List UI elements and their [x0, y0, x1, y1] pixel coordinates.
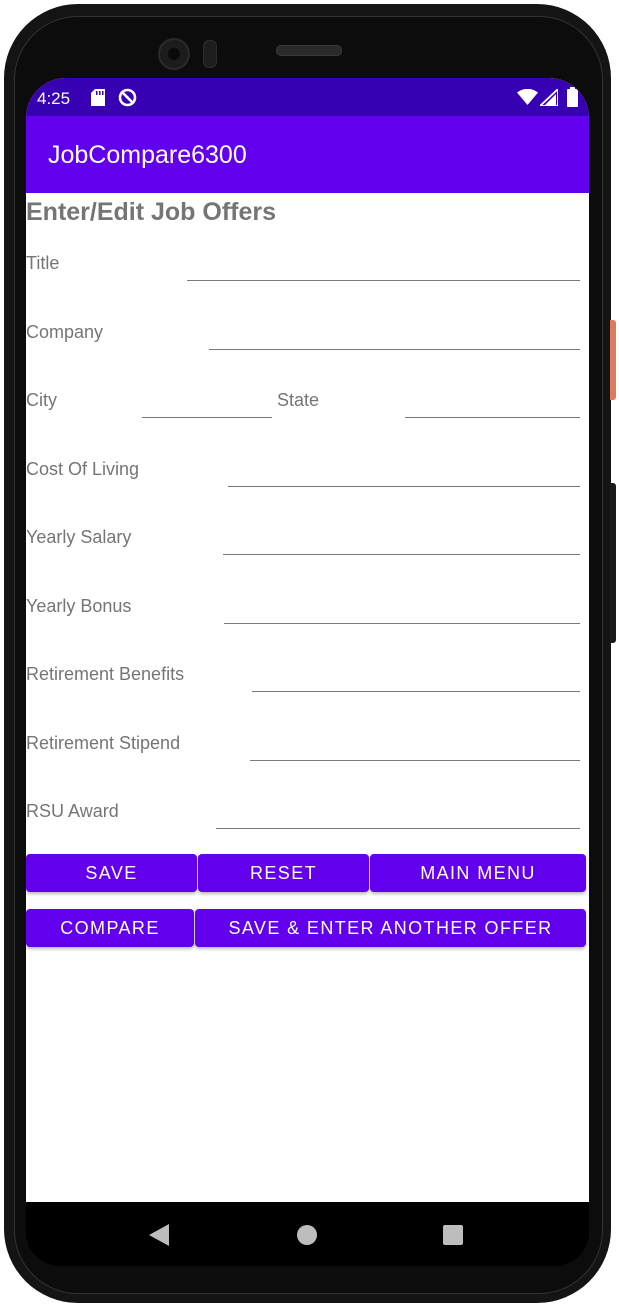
app-bar: JobCompare6300	[26, 116, 589, 193]
yearly-salary-label: Yearly Salary	[26, 527, 132, 547]
app-title: JobCompare6300	[48, 141, 247, 169]
yearly-bonus-label: Yearly Bonus	[26, 596, 132, 616]
screen: 4:25 JobCompare6300 Enter/Edit Job Offer…	[26, 78, 589, 1202]
save-button[interactable]: SAVE	[26, 854, 197, 892]
save-and-enter-another-offer-button[interactable]: SAVE & ENTER ANOTHER OFFER	[195, 909, 586, 947]
retirement-benefits-label: Retirement Benefits	[26, 664, 185, 684]
title-input[interactable]	[187, 256, 580, 281]
compare-button[interactable]: COMPARE	[26, 909, 194, 947]
status-bar: 4:25	[26, 78, 589, 116]
power-button	[610, 320, 616, 400]
yearly-bonus-input[interactable]	[224, 599, 580, 624]
state-label: State	[277, 390, 320, 410]
back-icon[interactable]	[149, 1224, 169, 1246]
city-input[interactable]	[142, 393, 272, 418]
company-input[interactable]	[209, 325, 580, 350]
recents-icon[interactable]	[443, 1225, 463, 1245]
rsu-award-input[interactable]	[216, 804, 580, 829]
battery-icon	[567, 87, 578, 107]
cost-of-living-label: Cost Of Living	[26, 459, 140, 479]
yearly-salary-input[interactable]	[223, 530, 580, 555]
wifi-icon	[517, 89, 538, 105]
retirement-stipend-label: Retirement Stipend	[26, 733, 181, 753]
cell-signal-icon	[540, 89, 558, 106]
city-label: City	[26, 390, 57, 410]
cost-of-living-input[interactable]	[228, 462, 580, 487]
main-menu-button[interactable]: MAIN MENU	[370, 854, 586, 892]
title-label: Title	[26, 253, 60, 273]
front-camera	[158, 38, 190, 70]
reset-button[interactable]: RESET	[198, 854, 369, 892]
retirement-stipend-input[interactable]	[250, 736, 580, 761]
company-label: Company	[26, 322, 104, 342]
navigation-bar	[26, 1202, 589, 1266]
rsu-award-label: RSU Award	[26, 801, 119, 821]
volume-button	[610, 483, 616, 643]
sd-card-icon	[91, 89, 105, 106]
status-time: 4:25	[37, 89, 71, 108]
retirement-benefits-input[interactable]	[252, 667, 580, 692]
state-input[interactable]	[405, 393, 580, 418]
data-saver-icon	[118, 88, 137, 107]
earpiece-speaker	[276, 45, 342, 56]
page-title: Enter/Edit Job Offers	[26, 198, 277, 226]
proximity-sensor	[203, 40, 217, 68]
home-icon[interactable]	[297, 1225, 317, 1245]
